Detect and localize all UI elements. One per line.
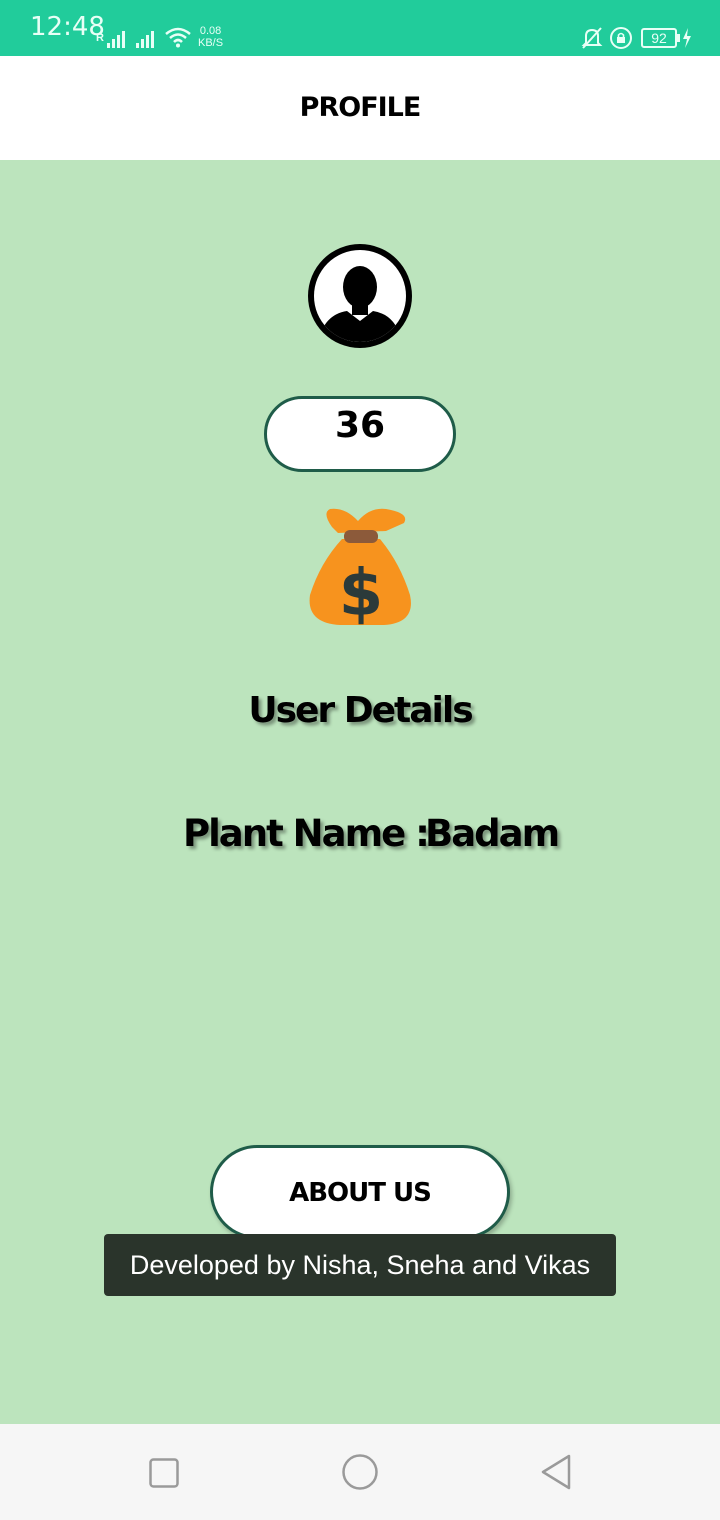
- toast-text: Developed by Nisha, Sneha and Vikas: [129, 1250, 591, 1280]
- charging-icon: [683, 28, 691, 48]
- about-us-button[interactable]: ABOUT US: [210, 1145, 510, 1239]
- navigation-bar: [0, 1424, 720, 1520]
- score-value: 36: [334, 405, 386, 446]
- mute-bell-icon: [581, 27, 603, 49]
- home-button[interactable]: [310, 1424, 410, 1520]
- home-circle-icon: [342, 1454, 378, 1490]
- status-bar: 12:48 R 0.08 KB/S 92: [0, 0, 720, 56]
- plant-name-label: Plant Name :: [183, 812, 430, 855]
- money-bag-icon: $: [309, 508, 411, 630]
- back-button[interactable]: [506, 1424, 606, 1520]
- svg-text:$: $: [339, 557, 384, 630]
- roaming-indicator: R: [96, 32, 104, 44]
- battery-icon: 92: [641, 28, 677, 48]
- battery-tip: [677, 34, 680, 42]
- battery-level: 92: [651, 30, 667, 46]
- recents-button[interactable]: [114, 1424, 214, 1520]
- user-avatar-icon[interactable]: [307, 243, 413, 349]
- rotation-lock-icon: [610, 27, 632, 49]
- back-triangle-icon: [541, 1454, 571, 1490]
- network-speed-unit: KB/S: [198, 37, 224, 49]
- network-speed: 0.08 KB/S: [198, 25, 223, 49]
- toast-message: Developed by Nisha, Sneha and Vikas: [104, 1234, 616, 1296]
- recents-square-icon: [149, 1458, 179, 1488]
- user-details-heading: User Details: [248, 690, 473, 731]
- app-bar: PROFILE: [0, 56, 720, 160]
- page-title: PROFILE: [299, 92, 422, 123]
- network-speed-value: 0.08: [199, 25, 222, 37]
- signal-icon: [136, 30, 158, 48]
- signal-icon: [107, 30, 129, 48]
- score-display: 36: [264, 396, 456, 472]
- about-us-label: ABOUT US: [289, 1178, 432, 1208]
- wifi-icon: [165, 27, 191, 48]
- status-time: 12:48: [30, 12, 105, 42]
- plant-name-value: Badam: [425, 812, 560, 855]
